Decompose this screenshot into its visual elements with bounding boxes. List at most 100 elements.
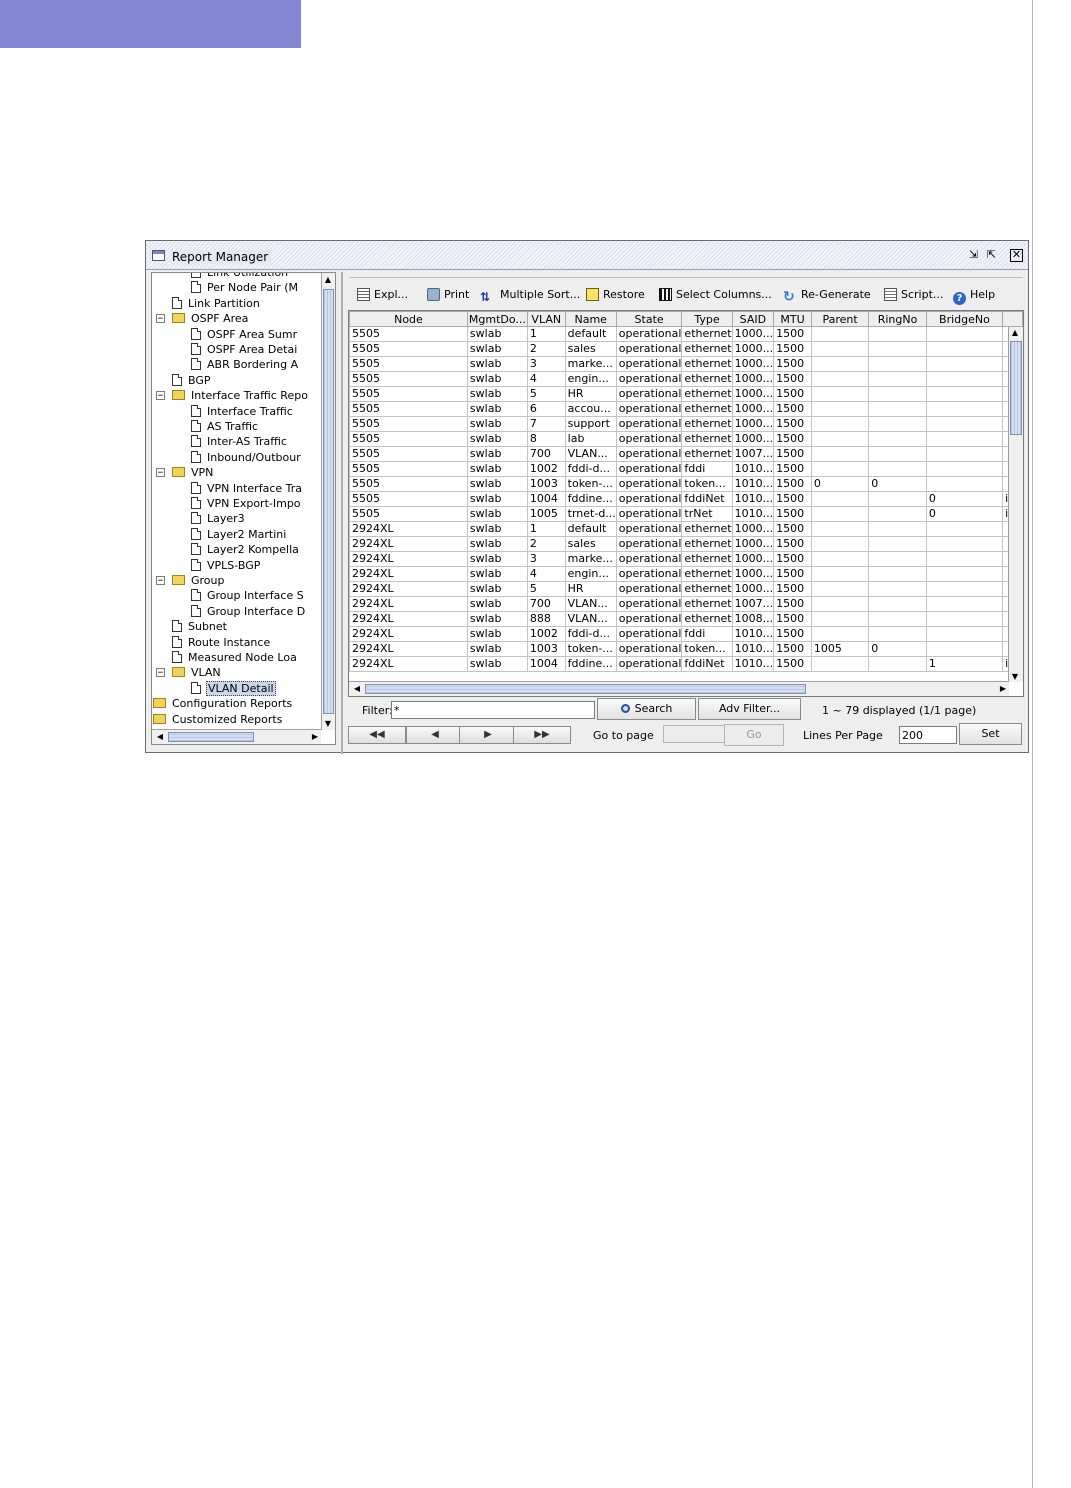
lines-per-page-input[interactable] [899,726,957,744]
table-vertical-scrollbar[interactable]: ▲ ▼ [1008,327,1023,682]
multiple-sort-button[interactable]: ⇅ Multiple Sort... [480,287,580,304]
tree-item[interactable]: Link Utilization [191,273,289,280]
tree-hscroll-thumb[interactable] [168,732,254,742]
table-row[interactable]: 2924XL swlab 3 marke... operational ethernet 1… [349,551,1023,567]
tree-item[interactable]: ABR Bordering A [191,357,299,372]
table-row[interactable]: 5505 swlab 1002 fddi-d... operational fddi 101… [349,461,1023,477]
column-header[interactable]: Name [564,311,617,327]
tree-item[interactable]: +Configuration Reports [153,696,293,711]
tree-item[interactable]: VPN Interface Tra [191,481,303,496]
tree-item[interactable]: Layer2 Martini [191,527,287,542]
last-page-button[interactable]: ▶▶ [513,726,571,744]
table-row[interactable]: 2924XL swlab 700 VLAN... operational ethernet… [349,596,1023,612]
scroll-up-icon[interactable]: ▲ [1009,328,1021,337]
first-page-button[interactable]: ◀◀ [348,726,406,744]
column-header[interactable] [1002,311,1023,327]
scroll-down-icon[interactable]: ▼ [1009,672,1021,681]
column-header[interactable]: Node [349,311,468,327]
window-titlebar[interactable]: Report Manager ⇲ ⇱ ✕ [146,241,1028,270]
table-hscroll-thumb[interactable] [365,684,806,694]
table-row[interactable]: 5505 swlab 1 default operational ethernet 1000… [349,326,1023,342]
scroll-right-icon[interactable]: ▶ [997,684,1009,693]
help-button[interactable]: ? Help [953,287,995,305]
table-row[interactable]: 5505 swlab 1003 token-... operational token..… [349,476,1023,492]
collapse-icon[interactable]: − [156,576,165,586]
scroll-down-icon[interactable]: ▼ [322,719,334,728]
tree-item[interactable]: OSPF Area Sumr [191,327,298,342]
tree-item[interactable]: Layer3 [191,511,246,526]
table-row[interactable]: 5505 swlab 2 sales operational ethernet 1000..… [349,341,1023,357]
set-button[interactable]: Set [959,723,1022,745]
column-header[interactable]: MTU [773,311,812,327]
maximize-icon[interactable]: ⇱ [985,249,998,262]
tree-item[interactable]: Layer2 Kompella [191,542,300,557]
table-row[interactable]: 2924XL swlab 2 sales operational ethernet 1000… [349,536,1023,552]
tree-item[interactable]: OSPF Area Detai [191,342,298,357]
prev-page-button[interactable]: ◀ [406,726,464,744]
table-row[interactable]: 5505 swlab 7 support operational ethernet 1000… [349,416,1023,432]
next-page-button[interactable]: ▶ [459,726,517,744]
column-header[interactable]: RingNo [868,311,927,327]
tree-item[interactable]: Measured Node Loa [172,650,298,665]
table-horizontal-scrollbar[interactable]: ◀ ▶ [349,681,1009,696]
tree-item[interactable]: VLAN Detail [191,680,276,696]
table-row[interactable]: 2924XL swlab 1004 fddine... operational fddiN… [349,656,1023,672]
tree-item[interactable]: − VLAN [156,665,222,680]
column-header[interactable]: MgmtDo... [466,311,528,327]
table-row[interactable]: 5505 swlab 6 accou... operational ethernet 100… [349,401,1023,417]
collapse-icon[interactable]: − [156,391,165,401]
panel-splitter[interactable] [341,272,343,754]
table-row[interactable]: 5505 swlab 700 VLAN... operational ethernet 10… [349,446,1023,462]
tree-item[interactable]: Route Instance [172,635,271,650]
tree-item[interactable]: − Group [156,573,226,588]
column-header[interactable]: Parent [810,311,870,327]
tree-horizontal-scrollbar[interactable]: ◀ ▶ [152,729,321,744]
scroll-up-icon[interactable]: ▲ [322,275,334,284]
tree-item[interactable]: VPN Export-Impo [191,496,302,511]
tree-item[interactable]: Subnet [172,619,228,634]
search-button[interactable]: Search [597,698,696,720]
tree-item[interactable]: +Customized Reports [153,712,283,727]
go-button[interactable]: Go [724,724,784,746]
scroll-right-icon[interactable]: ▶ [309,732,321,741]
collapse-icon[interactable]: − [156,668,165,678]
select-columns-button[interactable]: Select Columns... [659,287,772,303]
tree-vertical-scrollbar[interactable]: ▲ ▼ [321,273,335,730]
scroll-left-icon[interactable]: ◀ [154,732,166,741]
table-row[interactable]: 5505 swlab 4 engin... operational ethernet 100… [349,371,1023,387]
column-header[interactable]: SAID [731,311,775,327]
table-row[interactable]: 2924XL swlab 888 VLAN... operational ethernet… [349,611,1023,627]
tree-item[interactable]: Group Interface D [191,604,306,619]
table-scroll-thumb[interactable] [1010,341,1022,435]
scroll-left-icon[interactable]: ◀ [351,684,363,693]
tree-item[interactable]: AS Traffic [191,419,259,434]
table-row[interactable]: 2924XL swlab 5 HR operational ethernet 1000...… [349,581,1023,597]
tree-item[interactable]: Inbound/Outbour [191,450,302,465]
column-header[interactable]: VLAN [526,311,566,327]
table-row[interactable]: 5505 swlab 5 HR operational ethernet 1000... 15… [349,386,1023,402]
table-row[interactable]: 5505 swlab 3 marke... operational ethernet 100… [349,356,1023,372]
collapse-icon[interactable]: − [156,468,165,478]
table-row[interactable]: 2924XL swlab 1003 token-... operational token… [349,641,1023,657]
tree-item[interactable]: BGP [172,373,212,388]
column-header[interactable]: BridgeNo [925,311,1004,327]
tree-item[interactable]: − OSPF Area [156,311,249,326]
tree-item[interactable]: Per Node Pair (M [191,280,299,295]
print-button[interactable]: Print [427,287,469,303]
minimize-icon[interactable]: ⇲ [967,249,980,262]
tree-item[interactable]: Link Partition [172,296,261,311]
column-header[interactable]: Type [681,311,733,327]
tree-item[interactable]: VPLS-BGP [191,558,261,573]
table-row[interactable]: 5505 swlab 1005 trnet-d... operational trNet 1… [349,506,1023,522]
regenerate-button[interactable]: ↻ Re-Generate [783,287,871,305]
explore-button[interactable]: Expl... [357,287,408,303]
tree-item[interactable]: − Interface Traffic Repo [156,388,309,403]
column-header[interactable]: State [615,311,683,327]
goto-page-input[interactable] [663,725,725,743]
close-icon[interactable]: ✕ [1010,249,1023,262]
tree-item[interactable]: Group Interface S [191,588,305,603]
table-row[interactable]: 2924XL swlab 1 default operational ethernet 10… [349,521,1023,537]
tree-item[interactable]: Inter-AS Traffic [191,434,288,449]
table-row[interactable]: 2924XL swlab 4 engin... operational ethernet 1… [349,566,1023,582]
restore-button[interactable]: Restore [586,287,645,303]
